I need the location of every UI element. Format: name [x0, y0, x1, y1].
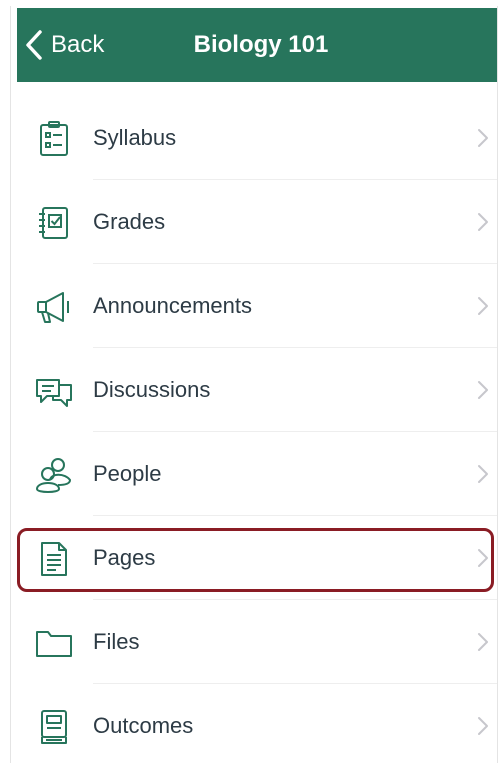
- chevron-right-icon: [477, 716, 489, 736]
- page-title: Biology 101: [193, 31, 329, 58]
- menu-item-label: Files: [93, 629, 140, 654]
- announcements-icon: [35, 288, 73, 326]
- menu-item-label: Announcements: [93, 293, 252, 318]
- menu-item-announcements[interactable]: Announcements: [17, 264, 497, 348]
- menu-item-label: Grades: [93, 209, 166, 234]
- chevron-right-icon: [477, 380, 489, 400]
- menu-item-outcomes[interactable]: Outcomes: [17, 684, 497, 763]
- chevron-left-icon: [25, 30, 43, 60]
- menu-item-people[interactable]: People: [17, 432, 497, 516]
- menu-item-label: People: [93, 461, 162, 486]
- app-frame: Back Biology 101 Syllabus Grades Announc…: [10, 6, 498, 763]
- outcomes-icon: [35, 708, 73, 746]
- menu-item-discussions[interactable]: Discussions: [17, 348, 497, 432]
- menu-item-grades[interactable]: Grades: [17, 180, 497, 264]
- chevron-right-icon: [477, 212, 489, 232]
- pages-icon: [35, 540, 73, 578]
- chevron-right-icon: [477, 128, 489, 148]
- chevron-right-icon: [477, 548, 489, 568]
- menu-item-syllabus[interactable]: Syllabus: [17, 96, 497, 180]
- folder-icon: [35, 624, 73, 662]
- people-icon: [35, 456, 73, 494]
- chevron-right-icon: [477, 632, 489, 652]
- menu-item-files[interactable]: Files: [17, 600, 497, 684]
- menu-item-label: Outcomes: [93, 713, 194, 738]
- back-button[interactable]: Back: [25, 8, 104, 82]
- menu-item-label: Syllabus: [93, 125, 177, 150]
- grades-icon: [35, 204, 73, 242]
- syllabus-icon: [35, 120, 73, 158]
- menu-item-label: Discussions: [93, 377, 211, 402]
- menu-item-pages[interactable]: Pages: [17, 516, 497, 600]
- discussions-icon: [35, 372, 73, 410]
- chevron-right-icon: [477, 464, 489, 484]
- course-menu: Syllabus Grades Announcements Discussion…: [17, 96, 497, 763]
- back-label: Back: [51, 31, 105, 58]
- navigation-bar: Back Biology 101: [17, 8, 497, 82]
- chevron-right-icon: [477, 296, 489, 316]
- menu-item-label: Pages: [93, 545, 156, 570]
